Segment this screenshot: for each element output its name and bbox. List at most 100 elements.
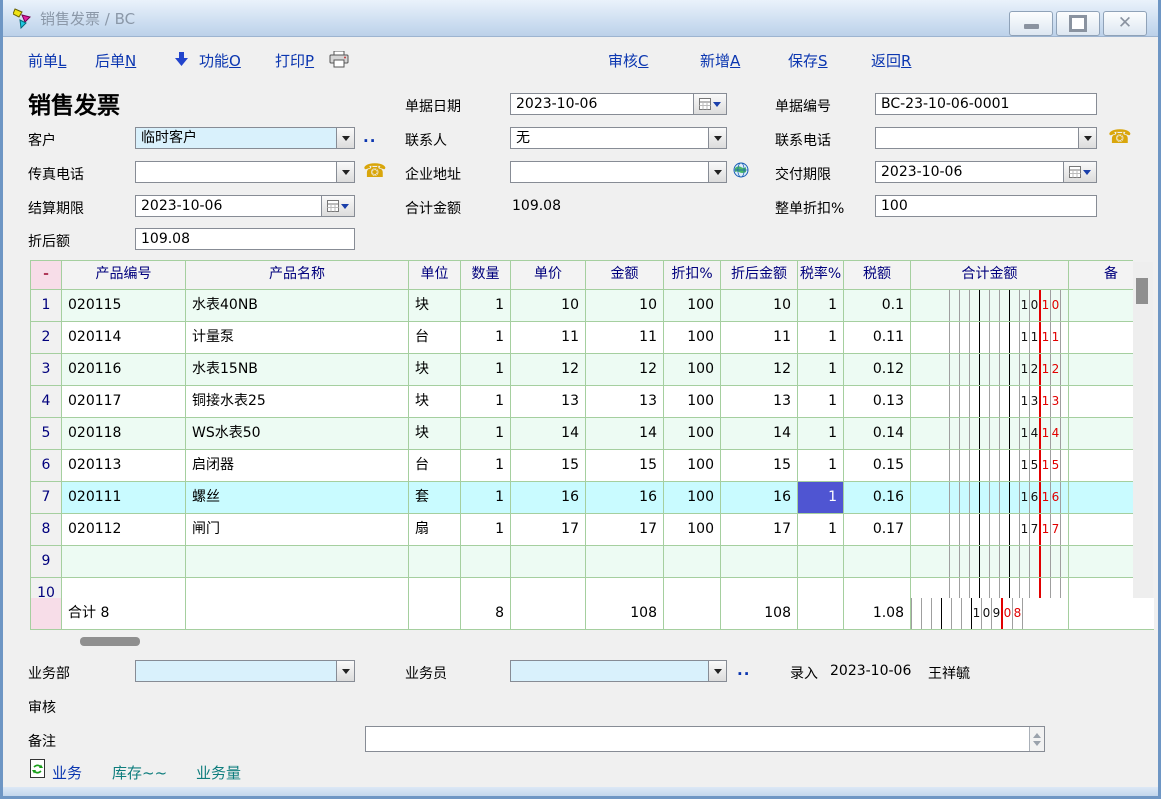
cell-unit-price[interactable]: 17 <box>511 514 586 545</box>
cell-quantity[interactable] <box>461 546 511 577</box>
customer-browse-button[interactable]: .. <box>363 128 376 146</box>
fax-combo[interactable] <box>135 161 355 183</box>
table-row[interactable]: 5020118WS水表50块114141001410.141414 <box>31 418 1133 450</box>
cell-product-name[interactable] <box>186 598 409 629</box>
cell-discount[interactable]: 100 <box>664 450 721 481</box>
cell-total-digit-grid[interactable]: 10908 <box>911 598 1069 629</box>
cell-discount[interactable]: 100 <box>664 354 721 385</box>
cell-product-name[interactable]: 计量泵 <box>186 322 409 353</box>
phone-icon[interactable]: ☎ <box>363 162 387 181</box>
cell-row-number[interactable]: 2 <box>31 322 62 353</box>
cell-total-digit-grid[interactable] <box>911 546 1069 577</box>
cell-amount[interactable]: 11 <box>586 322 664 353</box>
audit-button[interactable]: 审核C <box>608 50 649 71</box>
cell-product-code[interactable]: 020115 <box>62 290 186 321</box>
cell-discount[interactable]: 100 <box>664 322 721 353</box>
globe-icon[interactable] <box>733 162 749 182</box>
cell-tax-rate[interactable]: 1 <box>798 514 844 545</box>
prev-doc-button[interactable]: 前单L <box>28 50 66 71</box>
doc-refresh-icon[interactable] <box>30 759 45 782</box>
cell-tax-rate[interactable]: 1 <box>798 450 844 481</box>
contact-combo[interactable]: 无 <box>510 127 727 149</box>
cell-total-digit-grid[interactable]: 1717 <box>911 514 1069 545</box>
tab-business-volume[interactable]: 业务量 <box>196 762 241 783</box>
cell-discounted-amount[interactable]: 15 <box>721 450 798 481</box>
table-row[interactable]: 7020111螺丝套116161001610.161616 <box>31 482 1133 514</box>
cell-remark[interactable] <box>1069 450 1133 481</box>
cell-discount[interactable]: 100 <box>664 386 721 417</box>
chevron-down-icon[interactable] <box>708 162 726 182</box>
cell-product-code[interactable]: 合计 8 <box>62 598 186 629</box>
cell-total-digit-grid[interactable]: 1515 <box>911 450 1069 481</box>
cell-quantity[interactable]: 1 <box>461 290 511 321</box>
cell-total-digit-grid[interactable]: 1010 <box>911 290 1069 321</box>
cell-remark[interactable] <box>1069 322 1133 353</box>
cell-product-name[interactable]: WS水表50 <box>186 418 409 449</box>
cell-remark[interactable] <box>1069 290 1133 321</box>
calendar-icon[interactable] <box>321 196 354 216</box>
cell-amount[interactable]: 17 <box>586 514 664 545</box>
cell-unit-price[interactable]: 10 <box>511 290 586 321</box>
cell-amount[interactable]: 12 <box>586 354 664 385</box>
maximize-button[interactable] <box>1056 11 1100 36</box>
cell-remark[interactable] <box>1069 546 1133 577</box>
cell-row-number[interactable]: 1 <box>31 290 62 321</box>
dept-combo[interactable] <box>135 660 355 682</box>
customer-combo[interactable]: 临时客户 <box>135 127 355 149</box>
cell-product-code[interactable]: 020117 <box>62 386 186 417</box>
cell-unit-price[interactable]: 13 <box>511 386 586 417</box>
cell-product-name[interactable]: 铜接水表25 <box>186 386 409 417</box>
cell-discounted-amount[interactable]: 16 <box>721 482 798 513</box>
cell-discounted-amount[interactable]: 10 <box>721 290 798 321</box>
cell-discount[interactable]: 100 <box>664 514 721 545</box>
cell-tax-rate[interactable]: 1 <box>798 418 844 449</box>
cell-amount[interactable]: 10 <box>586 290 664 321</box>
cell-quantity[interactable]: 1 <box>461 514 511 545</box>
cell-discounted-amount[interactable] <box>721 546 798 577</box>
cell-discount[interactable]: 100 <box>664 418 721 449</box>
cell-unit[interactable]: 扇 <box>409 514 461 545</box>
cell-remark[interactable] <box>1069 598 1161 629</box>
chevron-down-icon[interactable] <box>336 162 354 182</box>
cell-remark[interactable] <box>1069 514 1133 545</box>
cell-unit[interactable]: 块 <box>409 386 461 417</box>
cell-discounted-amount[interactable]: 12 <box>721 354 798 385</box>
cell-tax[interactable]: 0.12 <box>844 354 911 385</box>
cell-unit[interactable] <box>409 546 461 577</box>
cell-product-name[interactable]: 闸门 <box>186 514 409 545</box>
tab-business[interactable]: 业务 <box>52 762 82 783</box>
cell-unit[interactable] <box>409 598 461 629</box>
chevron-down-icon[interactable] <box>708 128 726 148</box>
cell-total-digit-grid[interactable]: 1111 <box>911 322 1069 353</box>
cell-unit-price[interactable]: 15 <box>511 450 586 481</box>
cell-unit-price[interactable]: 16 <box>511 482 586 513</box>
cell-tax[interactable]: 0.15 <box>844 450 911 481</box>
cell-tax-rate[interactable]: 1 <box>798 482 844 513</box>
cell-discounted-amount[interactable]: 11 <box>721 322 798 353</box>
cell-row-number[interactable]: 9 <box>31 546 62 577</box>
cell-unit-price[interactable]: 12 <box>511 354 586 385</box>
save-button[interactable]: 保存S <box>788 50 828 71</box>
chevron-down-icon[interactable] <box>708 661 726 681</box>
cell-unit[interactable]: 块 <box>409 418 461 449</box>
cell-row-number[interactable]: 6 <box>31 450 62 481</box>
cell-tax[interactable]: 0.13 <box>844 386 911 417</box>
cell-product-name[interactable]: 水表15NB <box>186 354 409 385</box>
cell-row-number[interactable]: 5 <box>31 418 62 449</box>
cell-tax-rate[interactable] <box>798 546 844 577</box>
cell-tax-rate[interactable]: 1 <box>798 354 844 385</box>
cell-quantity[interactable]: 1 <box>461 386 511 417</box>
printer-icon[interactable] <box>329 51 349 72</box>
cell-discounted-amount[interactable]: 13 <box>721 386 798 417</box>
cell-discount[interactable] <box>664 546 721 577</box>
cell-total-digit-grid[interactable]: 1414 <box>911 418 1069 449</box>
cell-unit-price[interactable]: 11 <box>511 322 586 353</box>
cell-amount[interactable]: 16 <box>586 482 664 513</box>
table-row[interactable]: 3020116水表15NB块112121001210.121212 <box>31 354 1133 386</box>
contact-phone-combo[interactable] <box>875 127 1097 149</box>
cell-product-code[interactable]: 020118 <box>62 418 186 449</box>
cell-tax[interactable]: 0.14 <box>844 418 911 449</box>
chevron-down-icon[interactable] <box>1078 128 1096 148</box>
cell-amount[interactable]: 13 <box>586 386 664 417</box>
cell-unit[interactable]: 块 <box>409 290 461 321</box>
